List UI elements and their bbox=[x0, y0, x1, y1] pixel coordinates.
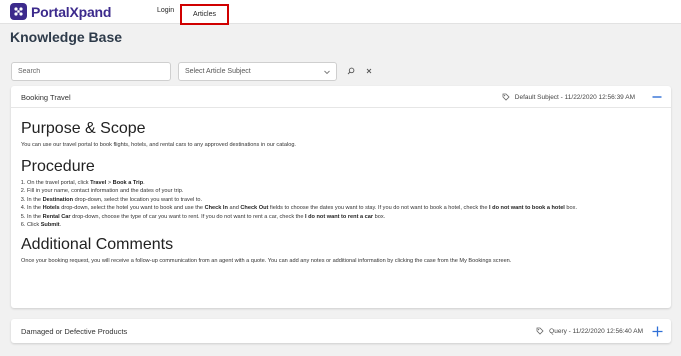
procedure-step: Fill in your name, contact information a… bbox=[27, 187, 666, 195]
additional-comments-heading: Additional Comments bbox=[21, 236, 174, 254]
procedure-step: In the Destination drop-down, select the… bbox=[27, 196, 666, 204]
search-input[interactable] bbox=[11, 62, 171, 81]
tag-icon bbox=[502, 93, 510, 101]
collapse-button[interactable] bbox=[651, 91, 663, 103]
close-icon bbox=[366, 68, 372, 74]
article-meta: Query - 11/22/2020 12:56:40 AM bbox=[536, 327, 643, 335]
article-body: Purpose & Scope You can use our travel p… bbox=[21, 120, 666, 265]
article-title: Damaged or Defective Products bbox=[21, 327, 128, 336]
article-meta-text: Query - 11/22/2020 12:56:40 AM bbox=[549, 327, 643, 335]
article-title: Booking Travel bbox=[21, 93, 71, 102]
search-icon bbox=[347, 67, 355, 75]
nav-articles-label: Articles bbox=[193, 11, 216, 18]
article-header[interactable]: Damaged or Defective Products Query - 11… bbox=[11, 319, 671, 341]
portalxpand-logo-icon bbox=[10, 3, 27, 20]
procedure-heading: Procedure bbox=[21, 158, 95, 175]
procedure-step: On the travel portal, click Travel > Boo… bbox=[27, 179, 666, 187]
article-meta-text: Default Subject - 11/22/2020 12:56:39 AM bbox=[514, 93, 635, 101]
additional-comments-text: Once your booking request, you will rece… bbox=[21, 258, 512, 265]
portalxpand-logo[interactable]: PortalXpand bbox=[10, 3, 111, 20]
search-button[interactable] bbox=[344, 64, 358, 78]
procedure-steps: On the travel portal, click Travel > Boo… bbox=[27, 179, 666, 229]
page-title: Knowledge Base bbox=[10, 29, 123, 45]
article-subject-select[interactable]: Select Article Subject bbox=[178, 62, 337, 81]
brand-name: PortalXpand bbox=[31, 3, 112, 20]
procedure-step: In the Hotels drop-down, select the hote… bbox=[27, 204, 666, 212]
nav-login-link[interactable]: Login bbox=[157, 7, 174, 14]
clear-filters-button[interactable] bbox=[362, 64, 376, 78]
article-subject-select-value: Select Article Subject bbox=[185, 68, 251, 75]
article-card-damaged-products: Damaged or Defective Products Query - 11… bbox=[11, 319, 671, 343]
article-meta: Default Subject - 11/22/2020 12:56:39 AM bbox=[502, 93, 635, 101]
article-header[interactable]: Booking Travel Default Subject - 11/22/2… bbox=[11, 86, 671, 108]
plus-icon bbox=[652, 326, 662, 336]
top-navigation-bar: PortalXpand Login Articles bbox=[0, 0, 681, 25]
chevron-down-icon bbox=[323, 68, 331, 78]
minus-icon bbox=[652, 96, 662, 98]
purpose-heading: Purpose & Scope bbox=[21, 120, 146, 137]
purpose-text: You can use our travel portal to book fl… bbox=[21, 142, 296, 148]
expand-button[interactable] bbox=[651, 325, 663, 337]
procedure-step: In the Rental Car drop-down, choose the … bbox=[27, 213, 666, 221]
nav-articles-link[interactable]: Articles bbox=[180, 4, 229, 25]
tag-icon bbox=[536, 327, 544, 335]
procedure-step: Click Submit. bbox=[27, 221, 666, 229]
article-card-booking-travel: Booking Travel Default Subject - 11/22/2… bbox=[11, 86, 671, 308]
